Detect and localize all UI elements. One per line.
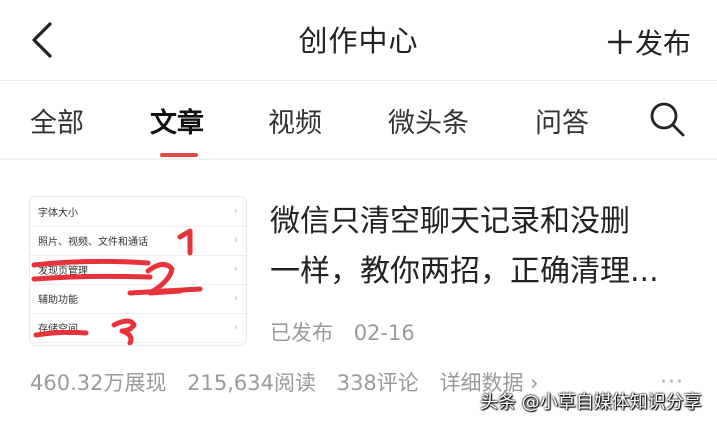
tab-qa[interactable]: 问答 [535, 101, 589, 140]
publish-button[interactable]: 发布 [607, 22, 691, 62]
plus-icon [607, 29, 633, 55]
active-tab-indicator [160, 153, 198, 157]
handwritten-annotation [31, 228, 203, 345]
header: 创作中心 发布 [0, 0, 717, 80]
tab-bar: 全部 文章 视频 微头条 问答 [0, 81, 717, 158]
tab-all[interactable]: 全部 [30, 101, 84, 140]
tabs-divider [0, 158, 717, 160]
article-stats: 460.32万展现 215,634阅读 338评论 详细数据 › [30, 367, 553, 397]
article-thumbnail[interactable]: 字体大小 › 照片、视频、文件和通话 › 发现页管理 › 辅助功能 › 存储空间… [30, 197, 246, 345]
article-meta: 已发布 02-16 [270, 317, 429, 347]
search-icon[interactable] [648, 100, 686, 138]
tab-articles[interactable]: 文章 [150, 101, 204, 140]
status-label: 已发布 [270, 321, 333, 345]
publish-date: 02-16 [353, 321, 415, 345]
tab-micro-headlines[interactable]: 微头条 [388, 101, 469, 140]
reads-count: 215,634阅读 [187, 371, 317, 395]
watermark: 头条 @小草自媒体知识分享 [480, 392, 702, 413]
tab-videos[interactable]: 视频 [268, 101, 322, 140]
views-count: 460.32万展现 [30, 371, 167, 395]
article-title[interactable]: 微信只清空聊天记录和没删 一样，教你两招，正确清理... [270, 197, 690, 297]
publish-label: 发布 [634, 27, 691, 60]
comments-count: 338评论 [336, 371, 419, 395]
